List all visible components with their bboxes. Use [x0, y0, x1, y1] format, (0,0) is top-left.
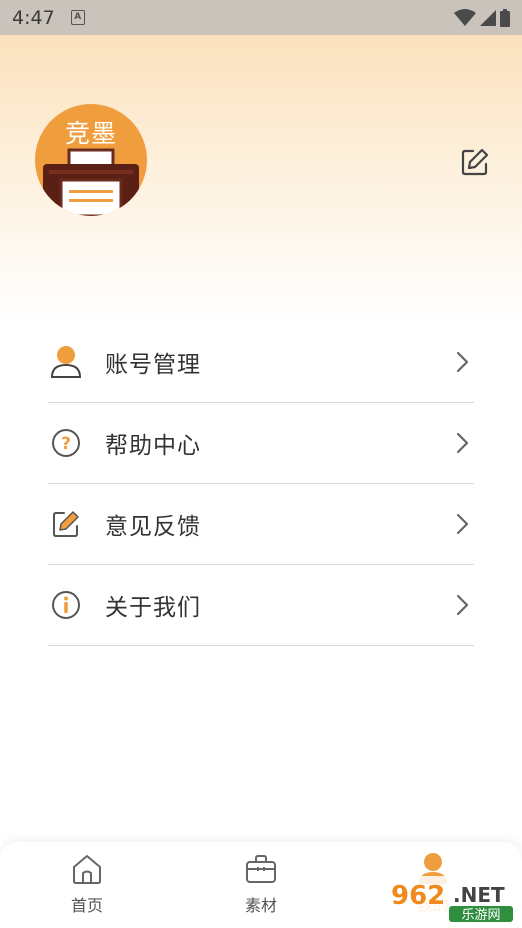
- battery-icon: [500, 8, 510, 27]
- a-icon: A: [70, 10, 85, 25]
- status-left: 4:47 A: [12, 7, 85, 29]
- home-icon: [70, 852, 104, 886]
- briefcase-icon: [244, 852, 278, 886]
- edit-icon: [461, 148, 489, 176]
- menu-item-label: 账号管理: [105, 352, 201, 378]
- watermark-number: 962: [391, 881, 445, 911]
- status-bar: 4:47 A: [0, 0, 522, 35]
- menu-item-help[interactable]: ? 帮助中心: [48, 403, 474, 484]
- svg-text:?: ?: [61, 434, 71, 454]
- chevron-right-icon: [456, 432, 469, 454]
- chevron-right-icon: [456, 513, 469, 535]
- printer-icon: [43, 148, 139, 216]
- feedback-edit-icon: [49, 507, 83, 541]
- chevron-right-icon: [456, 594, 469, 616]
- settings-menu: 账号管理 ? 帮助中心 意见反馈 关于我们: [48, 322, 474, 646]
- status-right: [454, 8, 510, 27]
- nav-label: 素材: [244, 896, 277, 915]
- info-icon: [49, 588, 83, 622]
- nav-home[interactable]: 首页: [27, 842, 147, 928]
- menu-item-label: 帮助中心: [105, 433, 201, 459]
- help-icon: ?: [49, 426, 83, 460]
- menu-item-label: 关于我们: [105, 595, 201, 621]
- nav-label: 首页: [70, 896, 103, 915]
- user-icon: [49, 345, 83, 379]
- avatar[interactable]: 竞墨: [35, 104, 147, 216]
- menu-item-account[interactable]: 账号管理: [48, 322, 474, 403]
- status-time: 4:47: [12, 6, 55, 29]
- nav-materials[interactable]: 素材: [201, 842, 321, 928]
- wifi-icon: [454, 8, 476, 26]
- watermark-logo: 962 .NET 乐游网: [383, 876, 517, 924]
- menu-item-label: 意见反馈: [105, 514, 201, 540]
- watermark-suffix: .NET: [453, 883, 505, 907]
- menu-item-feedback[interactable]: 意见反馈: [48, 484, 474, 565]
- chevron-right-icon: [456, 351, 469, 373]
- menu-item-about[interactable]: 关于我们: [48, 565, 474, 646]
- signal-icon: [480, 9, 496, 26]
- edit-profile-button[interactable]: [457, 144, 493, 180]
- watermark-text: 乐游网: [461, 908, 500, 923]
